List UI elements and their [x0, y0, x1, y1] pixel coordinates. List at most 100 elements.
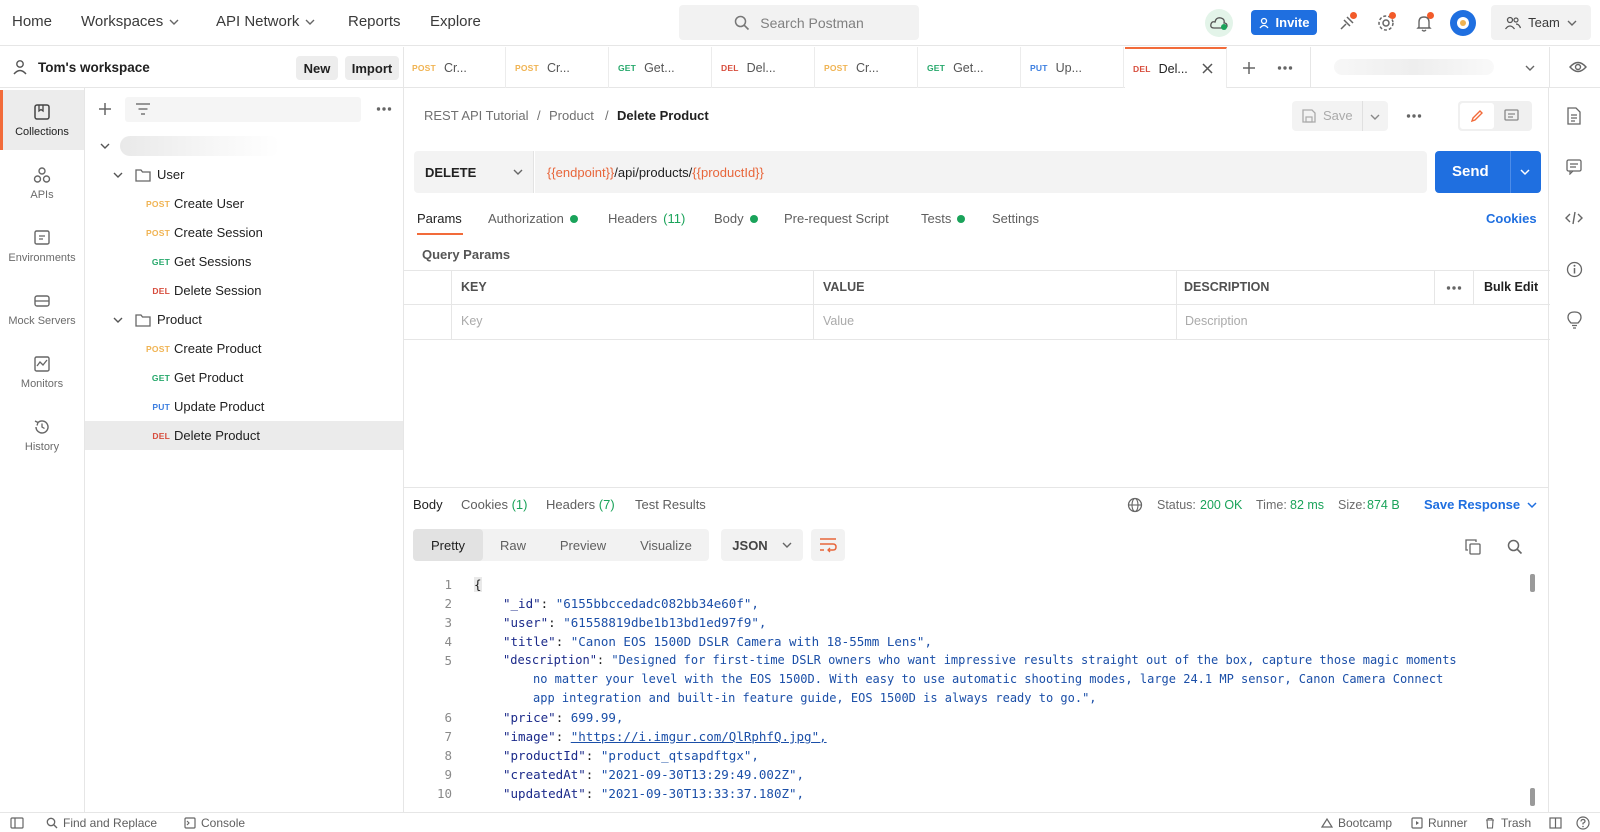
request-tab[interactable]: POST Cr...	[816, 47, 918, 88]
request-tab[interactable]: PUT Up...	[1022, 47, 1124, 88]
documentation-icon[interactable]	[1566, 107, 1582, 125]
workspace-name[interactable]: Tom's workspace	[38, 60, 150, 75]
size-value[interactable]: 874 B	[1367, 498, 1400, 512]
tab-settings[interactable]: Settings	[992, 211, 1039, 226]
filter-input[interactable]	[125, 97, 361, 122]
search-icon[interactable]	[1507, 539, 1523, 555]
param-value-input[interactable]: Value	[823, 314, 854, 328]
wrap-lines-button[interactable]	[811, 529, 845, 561]
eye-icon[interactable]	[1569, 60, 1587, 74]
bulk-edit-button[interactable]: Bulk Edit	[1484, 280, 1538, 294]
time-value[interactable]: 82 ms	[1290, 498, 1324, 512]
notifications-bell-icon[interactable]	[1412, 11, 1436, 35]
table-more-icon[interactable]	[1446, 285, 1462, 291]
request-item[interactable]: POST Create Product	[85, 334, 403, 363]
request-tab[interactable]: GET Get...	[919, 47, 1021, 88]
nav-reports[interactable]: Reports	[348, 13, 401, 30]
globe-icon[interactable]	[1127, 497, 1143, 513]
close-icon[interactable]	[1202, 63, 1213, 74]
tabs-more-icon[interactable]	[1277, 65, 1293, 71]
toggle-sidebar-icon[interactable]	[10, 817, 24, 829]
request-item-selected[interactable]: DEL Delete Product	[85, 421, 403, 450]
console-button[interactable]: Console	[184, 816, 245, 830]
response-tab-body[interactable]: Body	[413, 497, 443, 512]
edit-mode-button[interactable]	[1460, 103, 1494, 129]
response-tab-headers[interactable]: Headers (7)	[546, 497, 615, 512]
settings-gear-icon[interactable]	[1374, 11, 1398, 35]
chevron-down-icon[interactable]	[1520, 167, 1530, 177]
new-button[interactable]: New	[296, 56, 338, 80]
request-tab[interactable]: POST Cr...	[404, 47, 506, 88]
avatar[interactable]	[1450, 10, 1476, 36]
folder-user[interactable]: User	[85, 160, 403, 189]
view-visualize[interactable]: Visualize	[623, 529, 709, 561]
environment-selector-blurred[interactable]	[1334, 59, 1494, 75]
folder-product[interactable]: Product	[85, 305, 403, 334]
runner-button[interactable]: Runner	[1411, 816, 1467, 830]
help-icon[interactable]	[1576, 816, 1590, 830]
request-more-icon[interactable]	[1406, 113, 1422, 119]
comment-icon[interactable]	[1504, 109, 1519, 123]
nav-workspaces[interactable]: Workspaces	[81, 13, 179, 30]
collection-root[interactable]	[85, 131, 403, 160]
scrollbar-thumb[interactable]	[1530, 574, 1535, 592]
tab-params[interactable]: Params	[417, 211, 462, 226]
response-tab-test-results[interactable]: Test Results	[635, 497, 706, 512]
request-tab[interactable]: GET Get...	[610, 47, 712, 88]
response-tab-cookies[interactable]: Cookies (1)	[461, 497, 527, 512]
view-raw[interactable]: Raw	[483, 529, 543, 561]
cookies-link[interactable]: Cookies	[1486, 211, 1537, 226]
invite-button[interactable]: Invite	[1251, 10, 1317, 35]
scrollbar-thumb[interactable]	[1530, 788, 1535, 806]
breadcrumb-folder[interactable]: Product	[549, 108, 594, 123]
param-description-input[interactable]: Description	[1185, 314, 1248, 328]
view-preview[interactable]: Preview	[543, 529, 623, 561]
status-value[interactable]: 200 OK	[1200, 498, 1242, 512]
lightbulb-icon[interactable]	[1567, 311, 1582, 329]
rail-environments[interactable]: Environments	[0, 216, 84, 276]
rail-collections[interactable]: Collections	[0, 90, 84, 150]
tab-authorization[interactable]: Authorization	[488, 211, 578, 226]
team-button[interactable]: Team	[1491, 5, 1591, 40]
request-item[interactable]: GET Get Sessions	[85, 247, 403, 276]
trash-button[interactable]: Trash	[1484, 816, 1531, 830]
copy-icon[interactable]	[1465, 539, 1481, 555]
request-tab[interactable]: POST Cr...	[507, 47, 609, 88]
request-tab-active[interactable]: DEL Del...	[1125, 47, 1227, 88]
request-tab[interactable]: DEL Del...	[713, 47, 815, 88]
new-tab-plus-icon[interactable]	[1242, 61, 1256, 75]
rail-mock-servers[interactable]: Mock Servers	[0, 279, 84, 339]
code-icon[interactable]	[1565, 211, 1583, 225]
request-item[interactable]: POST Create Session	[85, 218, 403, 247]
url-input[interactable]: {{endpoint}} /api/products/ {{productId}…	[535, 151, 1427, 193]
satellite-icon[interactable]	[1335, 11, 1359, 35]
request-item[interactable]: DEL Delete Session	[85, 276, 403, 305]
tab-body[interactable]: Body	[714, 211, 758, 226]
param-key-input[interactable]: Key	[461, 314, 483, 328]
import-button[interactable]: Import	[345, 56, 399, 80]
nav-api-network[interactable]: API Network	[216, 13, 315, 30]
tab-prerequest-script[interactable]: Pre-request Script	[784, 211, 889, 226]
tab-tests[interactable]: Tests	[921, 211, 966, 226]
more-options-icon[interactable]	[376, 106, 392, 112]
request-item[interactable]: GET Get Product	[85, 363, 403, 392]
sync-status-icon[interactable]	[1205, 9, 1233, 37]
request-item[interactable]: PUT Update Product	[85, 392, 403, 421]
nav-explore[interactable]: Explore	[430, 13, 481, 30]
method-select[interactable]: DELETE	[414, 151, 534, 193]
plus-icon[interactable]	[98, 102, 112, 116]
format-select[interactable]: JSON	[721, 529, 803, 561]
find-replace-button[interactable]: Find and Replace	[46, 816, 157, 830]
two-pane-icon[interactable]	[1549, 817, 1562, 829]
search-input[interactable]: Search Postman	[679, 5, 919, 40]
rail-history[interactable]: History	[0, 405, 84, 465]
save-button[interactable]: Save	[1292, 101, 1388, 131]
save-response-button[interactable]: Save Response	[1424, 497, 1537, 512]
rail-monitors[interactable]: Monitors	[0, 342, 84, 402]
view-pretty[interactable]: Pretty	[413, 529, 483, 561]
chevron-down-icon[interactable]	[1525, 63, 1535, 73]
breadcrumb-collection[interactable]: REST API Tutorial	[424, 108, 529, 123]
rail-apis[interactable]: APIs	[0, 153, 84, 213]
nav-home[interactable]: Home	[12, 13, 52, 30]
comments-icon[interactable]	[1566, 159, 1582, 175]
